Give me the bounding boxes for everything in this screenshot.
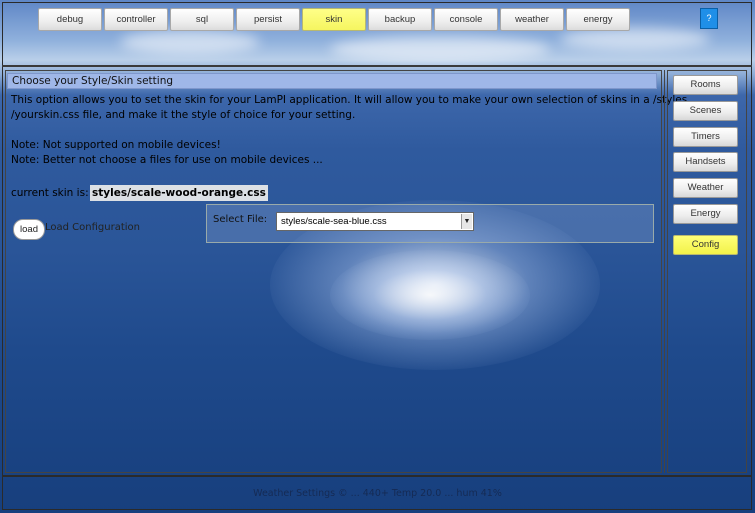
header-divider [2, 65, 752, 67]
skin-file-select[interactable]: styles/scale-sea-blue.css ▼ [276, 212, 474, 231]
load-configuration-label: Load Configuration [45, 222, 140, 233]
sidebar-item-energy[interactable]: Energy [673, 204, 738, 224]
current-skin-label: current skin is: [11, 187, 89, 199]
sidebar-item-timers[interactable]: Timers [673, 127, 738, 147]
nav-controller-button[interactable]: controller [104, 8, 168, 31]
sidebar-item-scenes[interactable]: Scenes [673, 101, 738, 121]
main-panel [5, 70, 662, 473]
sidebar-item-rooms[interactable]: Rooms [673, 75, 738, 95]
note-mobile-unsupported: Note: Not supported on mobile devices! [11, 139, 221, 151]
nav-console-button[interactable]: console [434, 8, 498, 31]
description-line-1: This option allows you to set the skin f… [11, 94, 688, 106]
footer-status: Weather Settings © ... 440+ Temp 20.0 ..… [253, 488, 502, 499]
description-line-2: /yourskin.css file, and make it the styl… [11, 109, 356, 121]
top-nav: debug controller sql persist skin backup… [38, 8, 630, 31]
note-mobile-files: Note: Better not choose a files for use … [11, 154, 323, 166]
nav-backup-button[interactable]: backup [368, 8, 432, 31]
footer-divider [2, 475, 752, 477]
nav-energy-button[interactable]: energy [566, 8, 630, 31]
select-file-label: Select File: [213, 214, 268, 225]
panel-title: Choose your Style/Skin setting [7, 73, 657, 89]
sidebar-item-weather[interactable]: Weather [673, 178, 738, 198]
help-button[interactable]: ? [700, 8, 718, 29]
chevron-down-icon[interactable]: ▼ [461, 214, 472, 229]
skin-file-select-value: styles/scale-sea-blue.css [281, 216, 387, 227]
sidebar-item-config[interactable]: Config [673, 235, 738, 255]
load-button[interactable]: load [13, 219, 45, 240]
nav-skin-button[interactable]: skin [302, 8, 366, 31]
nav-weather-button[interactable]: weather [500, 8, 564, 31]
nav-persist-button[interactable]: persist [236, 8, 300, 31]
current-skin-value: styles/scale-wood-orange.css [90, 185, 268, 201]
nav-sql-button[interactable]: sql [170, 8, 234, 31]
panel-divider [664, 70, 665, 473]
nav-debug-button[interactable]: debug [38, 8, 102, 31]
sidebar-item-handsets[interactable]: Handsets [673, 152, 738, 172]
